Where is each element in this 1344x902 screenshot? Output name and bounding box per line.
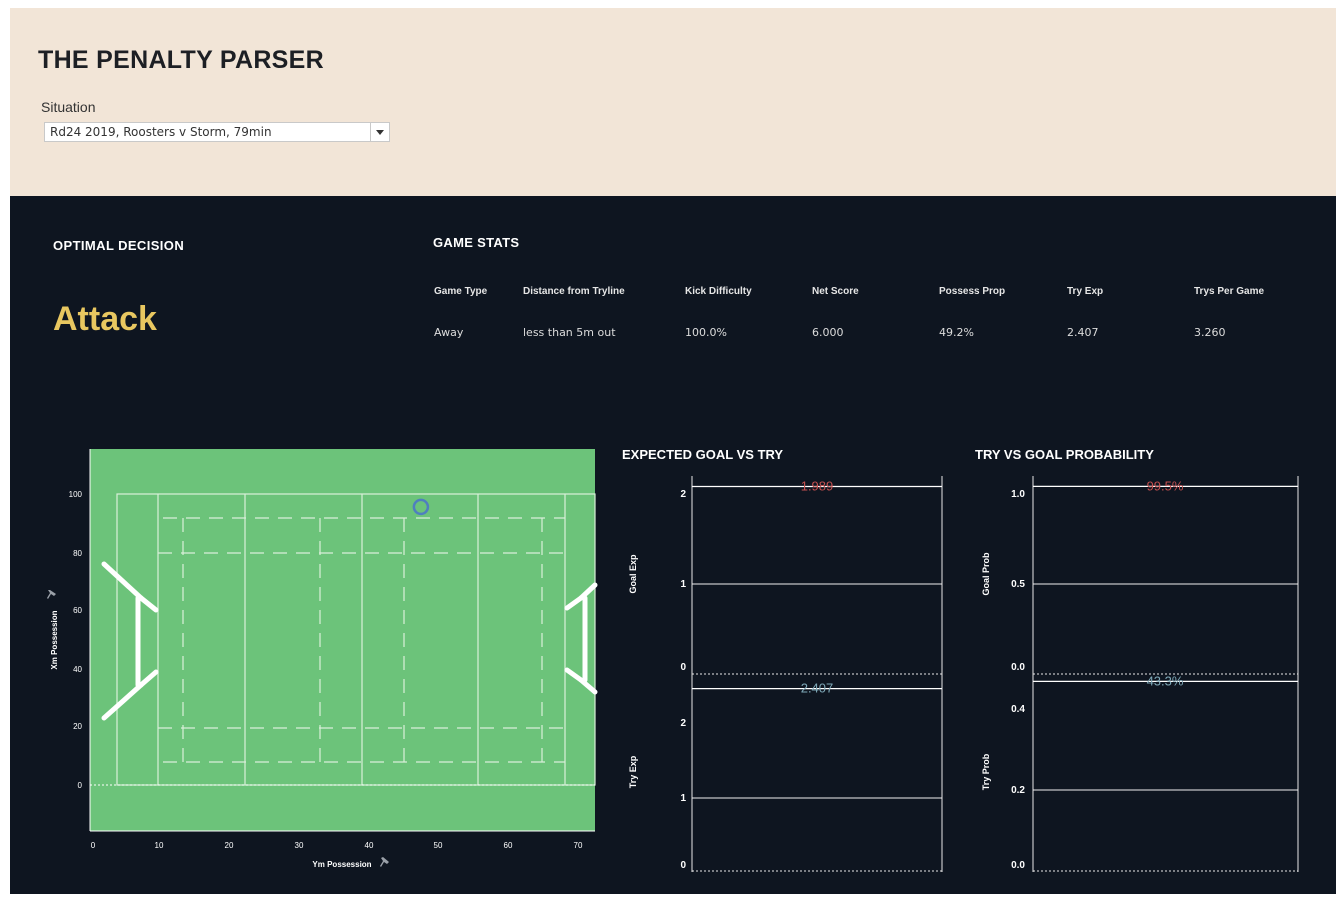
try-exp-tick-2: 2 xyxy=(680,718,686,729)
try-exp-tick-0: 0 xyxy=(680,860,686,871)
try-prob-tick-02: 0.2 xyxy=(1011,785,1025,796)
goal-prob-axis-label: Goal Prob xyxy=(981,552,991,596)
goal-exp-tick-0: 0 xyxy=(680,662,686,673)
goal-prob-tick-0: 0.0 xyxy=(1011,662,1025,673)
goal-prob-tick-05: 0.5 xyxy=(1011,579,1025,590)
charts-svg: 2 1 0 2 1 0 1.0 0.5 0.0 0.4 0.2 0.0 Goal… xyxy=(628,476,1299,872)
goal-exp-value-label: 1.989 xyxy=(801,479,834,494)
goal-prob-tick-1: 1.0 xyxy=(1011,489,1025,500)
goal-exp-tick-2: 2 xyxy=(680,489,686,500)
try-prob-axis-label: Try Prob xyxy=(981,753,991,790)
goal-prob-value-label: 99.5% xyxy=(1147,478,1184,493)
try-exp-axis-label: Try Exp xyxy=(628,755,638,788)
try-prob-tick-04: 0.4 xyxy=(1011,704,1025,715)
try-exp-value-label: 2.407 xyxy=(801,681,834,696)
try-prob-tick-0: 0.0 xyxy=(1011,860,1025,871)
goal-exp-tick-1: 1 xyxy=(680,579,686,590)
try-prob-value-label: 43.3% xyxy=(1147,673,1184,688)
goal-exp-axis-label: Goal Exp xyxy=(628,554,638,594)
try-exp-tick-1: 1 xyxy=(680,793,686,804)
